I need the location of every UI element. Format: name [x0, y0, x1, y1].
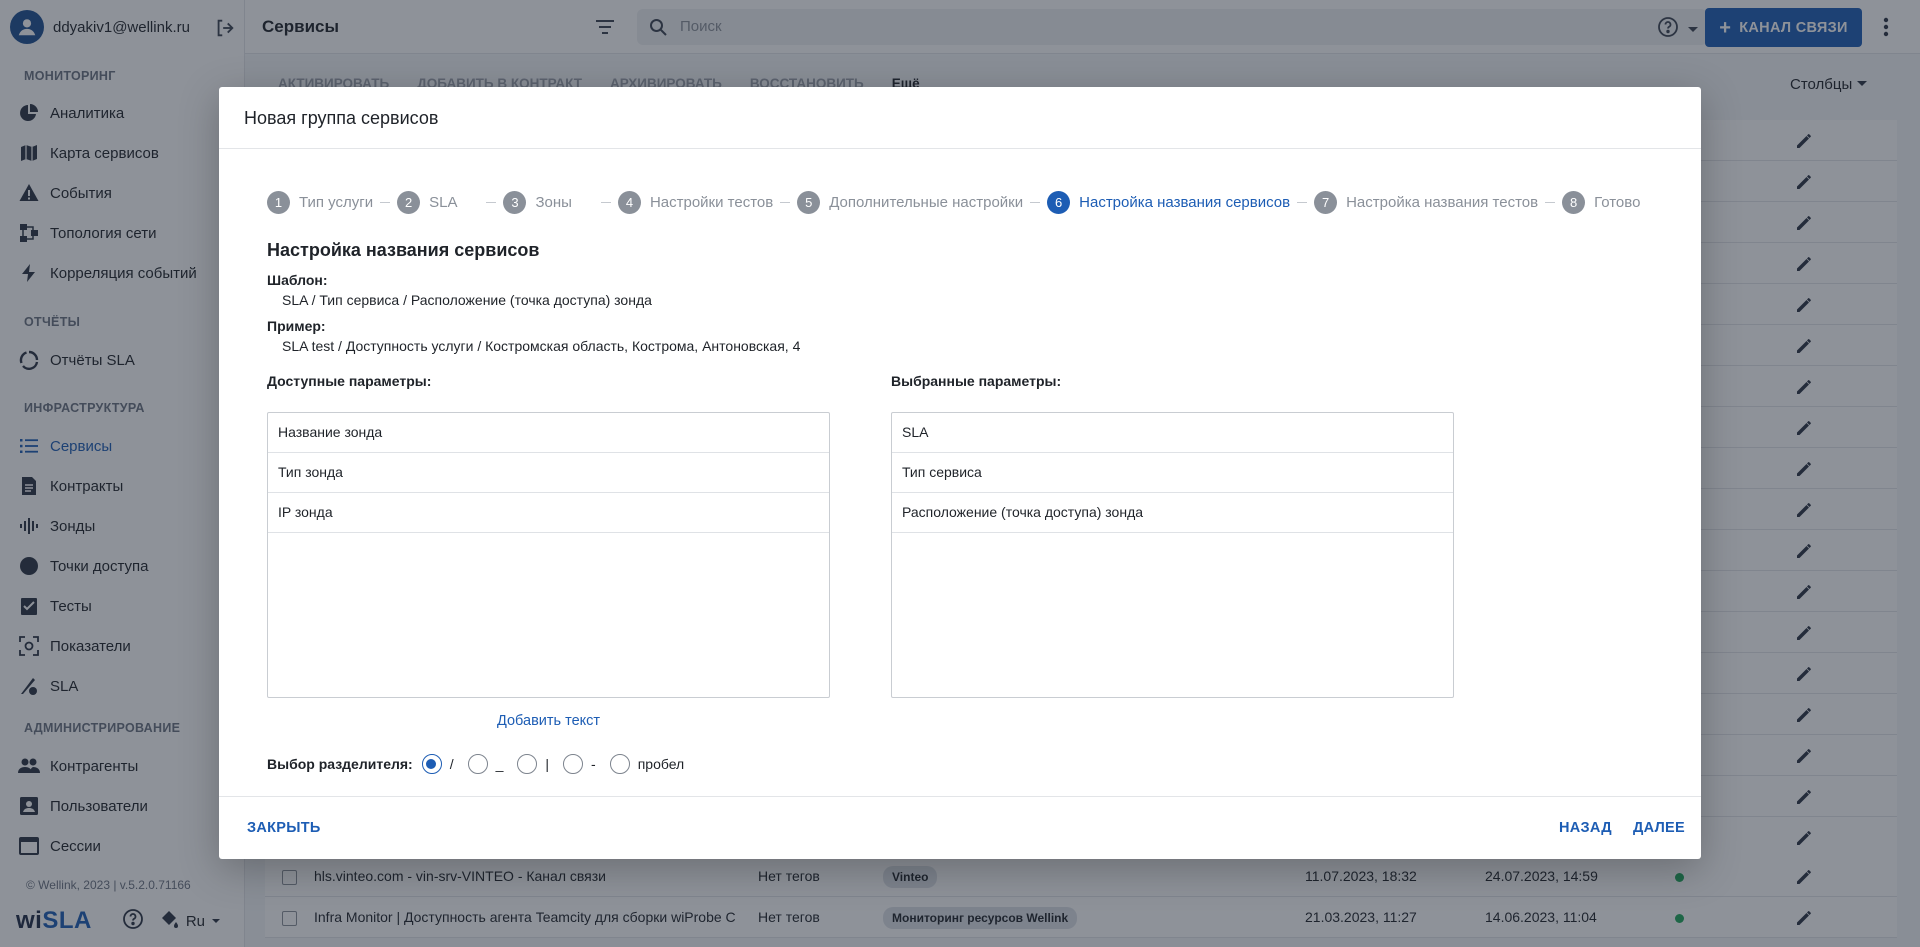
radio-button[interactable] — [517, 754, 538, 774]
radio-button[interactable] — [467, 754, 488, 774]
separator-option[interactable]: / — [421, 754, 454, 774]
step-number: 3 — [503, 190, 527, 214]
wizard-step-3[interactable]: 3 Зоны — [503, 190, 572, 214]
step-number: 1 — [267, 190, 290, 214]
wizard-step-6[interactable]: 6 Настройка названия сервисов — [1047, 190, 1291, 214]
section-heading: Настройка названия сервисов — [267, 240, 540, 260]
example-label: Пример: — [267, 318, 326, 334]
template-label: Шаблон: — [267, 272, 328, 288]
step-number: 4 — [617, 190, 641, 214]
radio-button[interactable] — [563, 754, 584, 774]
step-number: 5 — [797, 190, 821, 214]
step-number: 8 — [1562, 190, 1586, 214]
step-label: Зоны — [535, 193, 572, 211]
separator-option-label: пробел — [637, 756, 685, 772]
separator-option[interactable]: - — [563, 754, 596, 774]
step-label: Готово — [1594, 193, 1641, 211]
step-label: Настройки тестов — [649, 193, 774, 211]
example-value: SLA test / Доступность услуги / Костромс… — [282, 338, 801, 354]
available-param-item[interactable]: Название зонда — [268, 413, 829, 453]
wizard-stepper: 1 Тип услуги 2 SLA 3 Зоны 4 Настройки тестов 5 До… — [267, 190, 1640, 214]
step-connector — [1297, 201, 1308, 203]
step-label: Настройка названия тестов — [1346, 193, 1539, 211]
step-connector — [600, 201, 611, 203]
step-connector — [1545, 201, 1556, 203]
step-connector — [780, 201, 791, 203]
template-value: SLA / Тип сервиса / Расположение (точка … — [282, 292, 652, 308]
separator-option-label: / — [449, 756, 454, 772]
step-number: 7 — [1314, 190, 1338, 214]
separator-option-label: | — [545, 756, 550, 772]
separator-option[interactable]: пробел — [609, 754, 685, 774]
new-service-group-dialog: Новая группа сервисов 1 Тип услуги 2 SLA 3 Зо… — [219, 87, 1701, 859]
wizard-step-2[interactable]: 2 SLA — [397, 190, 458, 214]
step-label: Дополнительные настройки — [829, 193, 1024, 211]
selected-params-list[interactable]: SLA Тип сервиса Расположение (точка доступ… — [891, 412, 1454, 698]
separator-selector: Выбор разделителя: / _ | - пробел — [267, 752, 698, 776]
dialog-footer: ЗАКРЫТЬ НАЗАД ДАЛЕЕ — [219, 796, 1701, 859]
step-label: Тип услуги — [299, 193, 374, 211]
back-button[interactable]: НАЗАД — [1559, 820, 1612, 836]
step-label: Настройка названия сервисов — [1079, 193, 1291, 211]
available-params-label: Доступные параметры: — [267, 373, 432, 389]
separator-label: Выбор разделителя: — [267, 756, 413, 772]
selected-param-item[interactable]: Расположение (точка доступа) зонда — [892, 493, 1453, 533]
separator-option[interactable]: | — [517, 754, 549, 774]
wizard-step-1[interactable]: 1 Тип услуги — [267, 190, 374, 214]
radio-button[interactable] — [609, 754, 630, 774]
wizard-step-4[interactable]: 4 Настройки тестов — [617, 190, 774, 214]
available-params-list[interactable]: Название зонда Тип зонда IP зонда — [267, 412, 830, 698]
selected-params-label: Выбранные параметры: — [891, 373, 1062, 389]
add-text-link[interactable]: Добавить текст — [497, 713, 600, 729]
selected-param-item[interactable]: SLA — [892, 413, 1453, 453]
wizard-step-7[interactable]: 7 Настройка названия тестов — [1314, 190, 1539, 214]
step-label: SLA — [429, 193, 458, 211]
separator-option-label: _ — [495, 756, 504, 772]
wizard-step-8[interactable]: 8 Готово — [1562, 190, 1641, 214]
available-param-item[interactable]: IP зонда — [268, 493, 829, 533]
radio-button[interactable] — [421, 754, 442, 774]
step-connector — [380, 201, 391, 203]
separator-option-label: - — [591, 756, 596, 772]
wizard-step-5[interactable]: 5 Дополнительные настройки — [797, 190, 1024, 214]
step-connector — [486, 201, 497, 203]
selected-param-item[interactable]: Тип сервиса — [892, 453, 1453, 493]
dialog-title: Новая группа сервисов — [219, 87, 1701, 149]
separator-option[interactable]: _ — [467, 754, 504, 774]
step-connector — [1030, 201, 1041, 203]
available-param-item[interactable]: Тип зонда — [268, 453, 829, 493]
close-button[interactable]: ЗАКРЫТЬ — [247, 820, 321, 836]
step-number: 6 — [1047, 190, 1071, 214]
next-button[interactable]: ДАЛЕЕ — [1633, 820, 1685, 836]
step-number: 2 — [397, 190, 421, 214]
